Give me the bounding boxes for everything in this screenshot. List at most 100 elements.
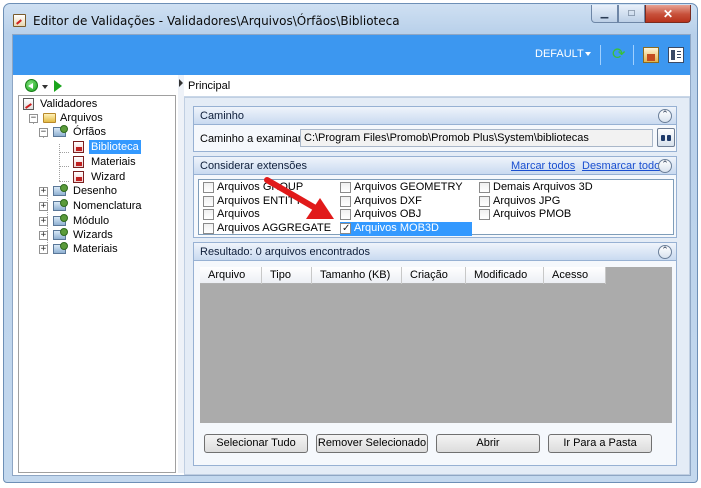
remove-selected-button[interactable]: Remover Selecionado <box>316 434 428 453</box>
path-input[interactable]: C:\Program Files\Promob\Promob Plus\Syst… <box>300 129 653 147</box>
tree-item-materiais[interactable]: Materiais <box>23 155 138 170</box>
main-pane: Principal Caminho ⌃ Caminho a examinar C… <box>184 75 690 475</box>
collapse-expander[interactable]: − <box>29 114 38 123</box>
back-icon[interactable] <box>25 79 38 92</box>
expand-expander[interactable]: + <box>39 217 48 226</box>
go-to-folder-button[interactable]: Ir Para a Pasta <box>548 434 652 453</box>
select-all-link[interactable]: Marcar todos <box>511 160 575 172</box>
maximize-button[interactable]: □ <box>618 5 645 23</box>
expand-expander[interactable]: + <box>39 245 48 254</box>
group-icon <box>53 214 68 226</box>
tree-item-nomenclatura[interactable]: + Nomenclatura <box>23 199 143 214</box>
expand-expander[interactable]: + <box>39 231 48 240</box>
tree-item-materiais-root[interactable]: + Materiais <box>23 242 120 257</box>
ext-checkbox-aggregate[interactable]: Arquivos AGGREGATE <box>203 222 333 236</box>
collapse-icon[interactable]: ⌃ <box>658 245 672 259</box>
checkbox[interactable] <box>203 209 214 220</box>
group-title: Resultado: 0 arquivos encontrados <box>200 246 370 258</box>
extensions-group-header[interactable]: Considerar extensões Marcar todos Desmar… <box>194 157 676 175</box>
group-icon <box>53 125 68 137</box>
rule-icon <box>73 171 84 183</box>
open-button[interactable]: Abrir <box>436 434 540 453</box>
history-dropdown-icon[interactable] <box>42 85 48 89</box>
column-header[interactable]: Modificado <box>466 267 544 284</box>
ext-checkbox-pmob[interactable]: Arquivos PMOB <box>479 208 609 222</box>
tree-item-orfaos[interactable]: − Órfãos <box>23 125 108 140</box>
column-header[interactable]: Criação <box>402 267 466 284</box>
path-group: Caminho ⌃ Caminho a examinar C:\Program … <box>193 106 677 152</box>
collapse-icon[interactable]: ⌃ <box>658 109 672 123</box>
ext-checkbox-mob3d[interactable]: Arquivos MOB3D <box>340 222 472 236</box>
checkbox[interactable] <box>479 196 490 207</box>
validator-icon <box>23 98 34 110</box>
checkbox-checked[interactable] <box>340 222 351 235</box>
results-group: Resultado: 0 arquivos encontrados ⌃ Arqu… <box>193 242 677 466</box>
deselect-all-link[interactable]: Desmarcar todos <box>582 160 666 172</box>
chevron-down-icon[interactable] <box>585 52 591 56</box>
minimize-button[interactable]: ▁ <box>591 5 618 23</box>
group-title: Caminho <box>200 110 245 122</box>
column-header[interactable]: Tipo <box>262 267 312 284</box>
toolbar-separator <box>633 45 634 65</box>
left-pane: Validadores − Arquivos − Órfãos Bibliote… <box>17 75 177 473</box>
column-header[interactable]: Acesso <box>544 267 606 284</box>
profile-dropdown[interactable]: DEFAULT <box>535 48 584 60</box>
app-icon <box>13 14 26 27</box>
path-group-header[interactable]: Caminho ⌃ <box>194 107 676 125</box>
select-all-button[interactable]: Selecionar Tudo <box>204 434 308 453</box>
window-title: Editor de Validações - Validadores\Arqui… <box>33 14 400 28</box>
toolbar-separator <box>600 45 601 65</box>
refresh-icon[interactable] <box>611 44 627 63</box>
ext-checkbox-3d[interactable]: Demais Arquivos 3D <box>479 181 609 195</box>
checkbox[interactable] <box>203 182 214 193</box>
navigation-bar <box>17 76 177 96</box>
group-title: Considerar extensões <box>200 160 308 172</box>
results-group-header[interactable]: Resultado: 0 arquivos encontrados ⌃ <box>194 243 676 261</box>
column-header[interactable]: Tamanho (KB) <box>312 267 402 284</box>
tree-item-modulo[interactable]: + Módulo <box>23 214 111 229</box>
checkbox[interactable] <box>340 182 351 193</box>
tree-item-validadores[interactable]: Validadores <box>23 97 99 112</box>
ext-checkbox-group[interactable]: Arquivos GROUP <box>203 181 333 195</box>
forward-icon[interactable] <box>54 80 62 92</box>
path-label: Caminho a examinar <box>200 133 302 145</box>
ext-checkbox-entity[interactable]: Arquivos ENTITY <box>203 195 333 209</box>
ext-checkbox-arquivos[interactable]: Arquivos <box>203 208 333 222</box>
ext-checkbox-dxf[interactable]: Arquivos DXF <box>340 195 470 209</box>
close-button[interactable]: ✕ <box>645 5 691 23</box>
column-header[interactable]: Arquivo <box>200 267 262 284</box>
expand-expander[interactable]: + <box>39 202 48 211</box>
window-controls: ▁ □ ✕ <box>591 5 691 23</box>
browse-button[interactable] <box>657 128 675 147</box>
title-bar[interactable]: Editor de Validações - Validadores\Arqui… <box>4 4 697 34</box>
tree-item-arquivos[interactable]: − Arquivos <box>23 111 105 126</box>
top-toolbar: DEFAULT <box>13 35 690 75</box>
checkbox[interactable] <box>479 209 490 220</box>
group-icon <box>53 228 68 240</box>
tree-item-wizard[interactable]: Wizard <box>23 170 127 185</box>
content-area: Caminho ⌃ Caminho a examinar C:\Program … <box>184 97 690 475</box>
validator-tree[interactable]: Validadores − Arquivos − Órfãos Bibliote… <box>18 95 176 473</box>
grid-header: Arquivo Tipo Tamanho (KB) Criação Modifi… <box>200 267 606 284</box>
checkbox[interactable] <box>340 196 351 207</box>
rule-icon <box>73 141 84 153</box>
ext-checkbox-jpg[interactable]: Arquivos JPG <box>479 195 609 209</box>
expand-expander[interactable]: + <box>39 187 48 196</box>
checkbox[interactable] <box>203 223 214 234</box>
checkbox[interactable] <box>340 209 351 220</box>
checkbox[interactable] <box>203 196 214 207</box>
ext-checkbox-obj[interactable]: Arquivos OBJ <box>340 208 470 222</box>
ext-checkbox-geometry[interactable]: Arquivos GEOMETRY <box>340 181 470 195</box>
tab-principal[interactable]: Principal <box>188 80 230 92</box>
home-icon[interactable] <box>643 47 659 63</box>
group-icon <box>53 242 68 254</box>
checkbox[interactable] <box>479 182 490 193</box>
collapse-expander[interactable]: − <box>39 128 48 137</box>
tree-item-biblioteca[interactable]: Biblioteca <box>23 140 141 155</box>
editor-window: Editor de Validações - Validadores\Arqui… <box>3 3 698 483</box>
collapse-icon[interactable]: ⌃ <box>658 159 672 173</box>
panel-layout-icon[interactable] <box>668 47 684 63</box>
results-grid[interactable]: Arquivo Tipo Tamanho (KB) Criação Modifi… <box>200 267 672 423</box>
tree-item-wizards[interactable]: + Wizards <box>23 228 115 243</box>
tree-item-desenho[interactable]: + Desenho <box>23 184 119 199</box>
